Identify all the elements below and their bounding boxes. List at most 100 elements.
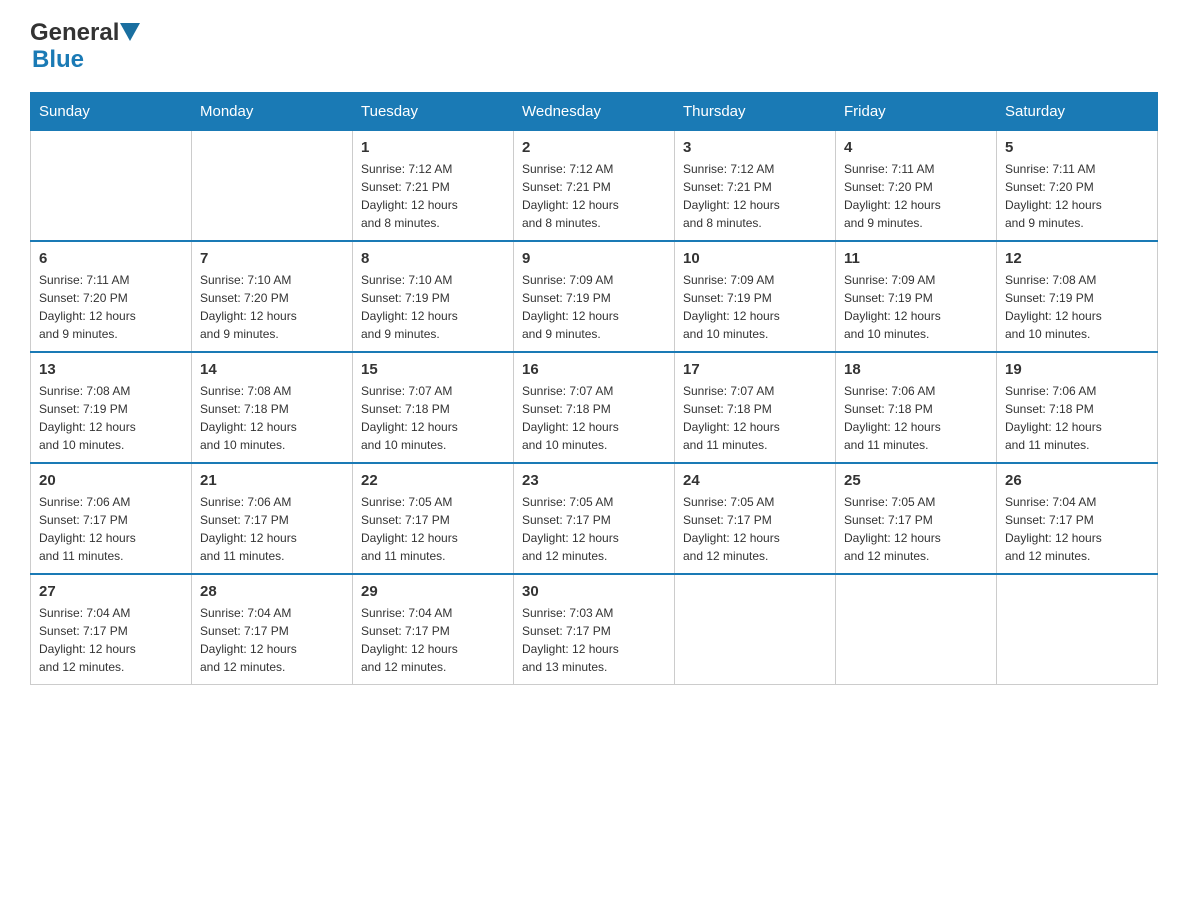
day-cell: 15 Sunrise: 7:07 AM Sunset: 7:18 PM Dayli… bbox=[353, 352, 514, 463]
day-info: Sunrise: 7:03 AM Sunset: 7:17 PM Dayligh… bbox=[522, 604, 666, 676]
logo: General Blue bbox=[30, 20, 141, 74]
day-number: 29 bbox=[361, 583, 505, 600]
day-info: Sunrise: 7:05 AM Sunset: 7:17 PM Dayligh… bbox=[361, 493, 505, 565]
day-info: Sunrise: 7:07 AM Sunset: 7:18 PM Dayligh… bbox=[522, 382, 666, 454]
day-cell: 27 Sunrise: 7:04 AM Sunset: 7:17 PM Dayli… bbox=[31, 574, 192, 685]
day-number: 13 bbox=[39, 361, 183, 378]
day-number: 3 bbox=[683, 139, 827, 156]
day-number: 8 bbox=[361, 250, 505, 267]
day-cell: 17 Sunrise: 7:07 AM Sunset: 7:18 PM Dayli… bbox=[675, 352, 836, 463]
day-number: 27 bbox=[39, 583, 183, 600]
day-info: Sunrise: 7:05 AM Sunset: 7:17 PM Dayligh… bbox=[522, 493, 666, 565]
day-number: 1 bbox=[361, 139, 505, 156]
logo-blue: Blue bbox=[32, 46, 84, 73]
day-number: 30 bbox=[522, 583, 666, 600]
day-number: 18 bbox=[844, 361, 988, 378]
day-info: Sunrise: 7:06 AM Sunset: 7:18 PM Dayligh… bbox=[1005, 382, 1149, 454]
day-info: Sunrise: 7:05 AM Sunset: 7:17 PM Dayligh… bbox=[683, 493, 827, 565]
week-row-2: 6Sunrise: 7:11 AM Sunset: 7:20 PM Daylig… bbox=[31, 241, 1158, 352]
day-info: Sunrise: 7:12 AM Sunset: 7:21 PM Dayligh… bbox=[522, 160, 666, 232]
day-cell: 6Sunrise: 7:11 AM Sunset: 7:20 PM Daylig… bbox=[31, 241, 192, 352]
col-header-friday: Friday bbox=[836, 93, 997, 131]
day-info: Sunrise: 7:12 AM Sunset: 7:21 PM Dayligh… bbox=[683, 160, 827, 232]
day-cell: 20Sunrise: 7:06 AM Sunset: 7:17 PM Dayli… bbox=[31, 463, 192, 574]
day-number: 11 bbox=[844, 250, 988, 267]
day-info: Sunrise: 7:08 AM Sunset: 7:19 PM Dayligh… bbox=[39, 382, 183, 454]
day-info: Sunrise: 7:06 AM Sunset: 7:17 PM Dayligh… bbox=[39, 493, 183, 565]
day-number: 19 bbox=[1005, 361, 1149, 378]
day-cell: 26 Sunrise: 7:04 AM Sunset: 7:17 PM Dayli… bbox=[997, 463, 1158, 574]
header-row: SundayMondayTuesdayWednesdayThursdayFrid… bbox=[31, 93, 1158, 131]
day-number: 28 bbox=[200, 583, 344, 600]
day-info: Sunrise: 7:07 AM Sunset: 7:18 PM Dayligh… bbox=[683, 382, 827, 454]
day-info: Sunrise: 7:12 AM Sunset: 7:21 PM Dayligh… bbox=[361, 160, 505, 232]
day-number: 10 bbox=[683, 250, 827, 267]
day-number: 5 bbox=[1005, 139, 1149, 156]
day-cell: 8 Sunrise: 7:10 AM Sunset: 7:19 PM Daylig… bbox=[353, 241, 514, 352]
day-info: Sunrise: 7:06 AM Sunset: 7:18 PM Dayligh… bbox=[844, 382, 988, 454]
day-cell: 10 Sunrise: 7:09 AM Sunset: 7:19 PM Dayli… bbox=[675, 241, 836, 352]
day-cell bbox=[31, 131, 192, 242]
col-header-sunday: Sunday bbox=[31, 93, 192, 131]
day-number: 15 bbox=[361, 361, 505, 378]
day-cell: 30 Sunrise: 7:03 AM Sunset: 7:17 PM Dayli… bbox=[514, 574, 675, 685]
week-row-3: 13 Sunrise: 7:08 AM Sunset: 7:19 PM Dayli… bbox=[31, 352, 1158, 463]
day-number: 17 bbox=[683, 361, 827, 378]
day-info: Sunrise: 7:08 AM Sunset: 7:19 PM Dayligh… bbox=[1005, 271, 1149, 343]
day-cell: 18 Sunrise: 7:06 AM Sunset: 7:18 PM Dayli… bbox=[836, 352, 997, 463]
day-cell: 22 Sunrise: 7:05 AM Sunset: 7:17 PM Dayli… bbox=[353, 463, 514, 574]
col-header-saturday: Saturday bbox=[997, 93, 1158, 131]
day-cell: 25Sunrise: 7:05 AM Sunset: 7:17 PM Dayli… bbox=[836, 463, 997, 574]
day-number: 16 bbox=[522, 361, 666, 378]
day-number: 14 bbox=[200, 361, 344, 378]
day-number: 12 bbox=[1005, 250, 1149, 267]
page-header: General Blue bbox=[30, 20, 1158, 74]
day-cell: 24 Sunrise: 7:05 AM Sunset: 7:17 PM Dayli… bbox=[675, 463, 836, 574]
day-cell: 11 Sunrise: 7:09 AM Sunset: 7:19 PM Dayli… bbox=[836, 241, 997, 352]
day-number: 25 bbox=[844, 472, 988, 489]
day-cell bbox=[836, 574, 997, 685]
day-cell: 29 Sunrise: 7:04 AM Sunset: 7:17 PM Dayli… bbox=[353, 574, 514, 685]
day-info: Sunrise: 7:09 AM Sunset: 7:19 PM Dayligh… bbox=[844, 271, 988, 343]
col-header-thursday: Thursday bbox=[675, 93, 836, 131]
day-cell: 14 Sunrise: 7:08 AM Sunset: 7:18 PM Dayli… bbox=[192, 352, 353, 463]
day-number: 21 bbox=[200, 472, 344, 489]
day-info: Sunrise: 7:04 AM Sunset: 7:17 PM Dayligh… bbox=[1005, 493, 1149, 565]
day-cell: 16 Sunrise: 7:07 AM Sunset: 7:18 PM Dayli… bbox=[514, 352, 675, 463]
day-cell: 21 Sunrise: 7:06 AM Sunset: 7:17 PM Dayli… bbox=[192, 463, 353, 574]
day-cell: 28 Sunrise: 7:04 AM Sunset: 7:17 PM Dayli… bbox=[192, 574, 353, 685]
day-info: Sunrise: 7:10 AM Sunset: 7:20 PM Dayligh… bbox=[200, 271, 344, 343]
day-info: Sunrise: 7:09 AM Sunset: 7:19 PM Dayligh… bbox=[683, 271, 827, 343]
day-number: 2 bbox=[522, 139, 666, 156]
day-number: 26 bbox=[1005, 472, 1149, 489]
col-header-monday: Monday bbox=[192, 93, 353, 131]
calendar-table: SundayMondayTuesdayWednesdayThursdayFrid… bbox=[30, 92, 1158, 685]
day-cell: 5Sunrise: 7:11 AM Sunset: 7:20 PM Daylig… bbox=[997, 131, 1158, 242]
day-number: 24 bbox=[683, 472, 827, 489]
day-info: Sunrise: 7:07 AM Sunset: 7:18 PM Dayligh… bbox=[361, 382, 505, 454]
logo-triangle-icon bbox=[120, 23, 140, 43]
week-row-4: 20Sunrise: 7:06 AM Sunset: 7:17 PM Dayli… bbox=[31, 463, 1158, 574]
day-info: Sunrise: 7:09 AM Sunset: 7:19 PM Dayligh… bbox=[522, 271, 666, 343]
day-number: 7 bbox=[200, 250, 344, 267]
day-cell: 23Sunrise: 7:05 AM Sunset: 7:17 PM Dayli… bbox=[514, 463, 675, 574]
day-info: Sunrise: 7:04 AM Sunset: 7:17 PM Dayligh… bbox=[39, 604, 183, 676]
day-info: Sunrise: 7:06 AM Sunset: 7:17 PM Dayligh… bbox=[200, 493, 344, 565]
day-cell: 3 Sunrise: 7:12 AM Sunset: 7:21 PM Daylig… bbox=[675, 131, 836, 242]
day-number: 22 bbox=[361, 472, 505, 489]
week-row-5: 27 Sunrise: 7:04 AM Sunset: 7:17 PM Dayli… bbox=[31, 574, 1158, 685]
col-header-wednesday: Wednesday bbox=[514, 93, 675, 131]
logo-general: General bbox=[30, 20, 119, 46]
day-cell bbox=[192, 131, 353, 242]
day-info: Sunrise: 7:11 AM Sunset: 7:20 PM Dayligh… bbox=[39, 271, 183, 343]
day-info: Sunrise: 7:04 AM Sunset: 7:17 PM Dayligh… bbox=[361, 604, 505, 676]
day-cell bbox=[997, 574, 1158, 685]
day-cell: 2 Sunrise: 7:12 AM Sunset: 7:21 PM Daylig… bbox=[514, 131, 675, 242]
day-info: Sunrise: 7:04 AM Sunset: 7:17 PM Dayligh… bbox=[200, 604, 344, 676]
week-row-1: 1 Sunrise: 7:12 AM Sunset: 7:21 PM Daylig… bbox=[31, 131, 1158, 242]
day-info: Sunrise: 7:10 AM Sunset: 7:19 PM Dayligh… bbox=[361, 271, 505, 343]
day-info: Sunrise: 7:08 AM Sunset: 7:18 PM Dayligh… bbox=[200, 382, 344, 454]
day-cell: 1 Sunrise: 7:12 AM Sunset: 7:21 PM Daylig… bbox=[353, 131, 514, 242]
day-cell: 19 Sunrise: 7:06 AM Sunset: 7:18 PM Dayli… bbox=[997, 352, 1158, 463]
col-header-tuesday: Tuesday bbox=[353, 93, 514, 131]
